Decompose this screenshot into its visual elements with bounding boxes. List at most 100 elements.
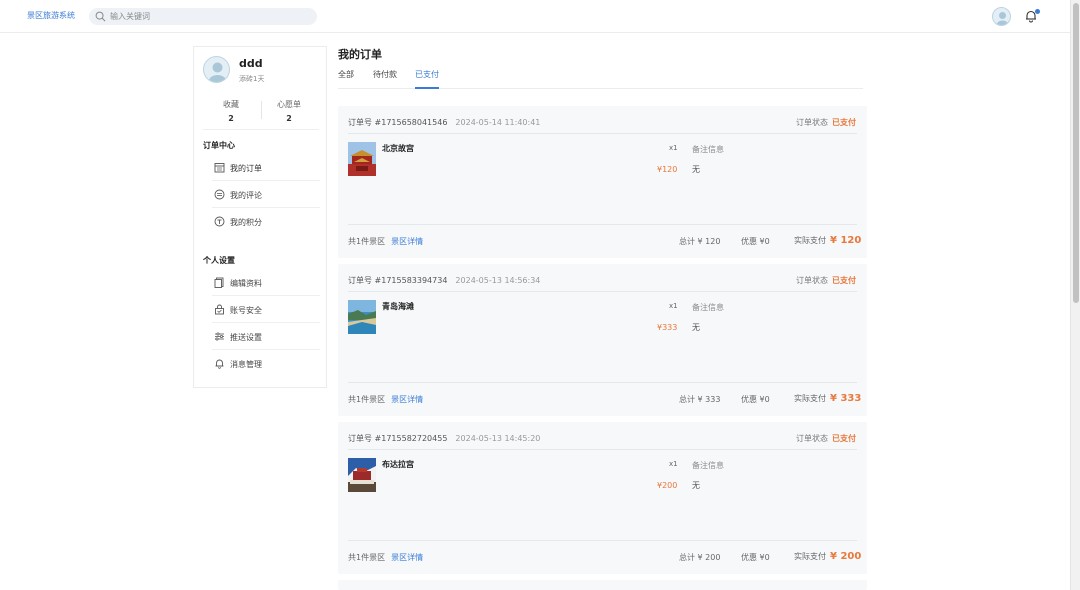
order-header: 订单号 #1715658041546 2024-05-14 11:40:41 <box>348 117 540 128</box>
attraction-detail-link[interactable]: 景区详情 <box>391 395 423 404</box>
attraction-name[interactable]: 布达拉宫 <box>382 459 414 470</box>
discount-label: 优惠 <box>741 237 757 246</box>
total-label: 总计 <box>679 553 695 562</box>
order-number: 订单号 #1715583394734 <box>348 276 448 285</box>
avatar-icon <box>996 12 1009 25</box>
remark-value: 无 <box>692 323 700 332</box>
username: ddd <box>239 57 263 70</box>
stat-divider <box>261 101 262 119</box>
item-count: 共1件景区 <box>348 237 386 246</box>
order-footer-left: 共1件景区 景区详情 <box>348 552 423 563</box>
sidebar-item-my-orders[interactable]: 我的订单 <box>212 155 320 181</box>
tab-pending-payment[interactable]: 待付款 <box>373 69 397 89</box>
attraction-image[interactable] <box>348 300 376 334</box>
item-count: 共1件景区 <box>348 395 386 404</box>
unit-price: ¥120 <box>657 165 678 174</box>
sidebar-item-label: 推送设置 <box>230 333 262 342</box>
sidebar-item-edit-profile[interactable]: 编辑资料 <box>212 270 320 296</box>
sidebar-item-my-points[interactable]: 我的积分 <box>212 209 320 235</box>
user-avatar[interactable] <box>992 7 1011 26</box>
sidebar-item-push-settings[interactable]: 推送设置 <box>212 324 320 350</box>
order-paid: 实际支付 ¥ 333 <box>794 393 861 404</box>
order-card: 订单号 #1715583394734 2024-05-13 14:56:34 订单… <box>338 264 867 416</box>
attraction-image[interactable] <box>348 458 376 492</box>
order-discount: 优惠 ¥0 <box>741 552 770 563</box>
total-value: ¥ 333 <box>697 395 721 404</box>
search-icon <box>95 11 106 22</box>
unit-price: ¥333 <box>657 323 678 332</box>
search-box[interactable]: 输入关键词 <box>89 8 317 25</box>
total-value: ¥ 120 <box>697 237 721 246</box>
order-paid: 实际支付 ¥ 120 <box>794 235 861 246</box>
notification-button[interactable] <box>1024 8 1040 24</box>
search-input[interactable]: 输入关键词 <box>110 11 150 22</box>
stat-label: 收藏 <box>223 100 239 109</box>
sidebar-item-label: 我的积分 <box>230 218 262 227</box>
order-time: 2024-05-13 14:56:34 <box>455 276 541 285</box>
order-status: 订单状态 已支付 <box>796 117 856 128</box>
order-number: 订单号 #1715582720455 <box>348 434 448 443</box>
stat-label: 心愿单 <box>277 100 301 109</box>
page-title: 我的订单 <box>338 48 382 61</box>
attraction-name[interactable]: 北京故宫 <box>382 143 414 154</box>
sidebar-item-label: 消息管理 <box>230 360 262 369</box>
tab-all[interactable]: 全部 <box>338 69 354 89</box>
discount-label: 优惠 <box>741 553 757 562</box>
paid-amount: ¥ 120 <box>830 235 862 246</box>
status-badge: 已支付 <box>832 434 856 443</box>
stat-value: 2 <box>228 114 234 123</box>
item-count: 共1件景区 <box>348 553 386 562</box>
remark-value: 无 <box>692 165 700 174</box>
member-days: 添砖1天 <box>239 75 265 83</box>
brand-logo-text[interactable]: 景区旅游系统 <box>27 10 75 21</box>
sidebar-item-account-security[interactable]: 账号安全 <box>212 297 320 323</box>
attraction-detail-link[interactable]: 景区详情 <box>391 553 423 562</box>
profile-avatar[interactable] <box>203 56 230 83</box>
attraction-image[interactable] <box>348 142 376 176</box>
remark-value: 无 <box>692 481 700 490</box>
divider <box>348 540 857 541</box>
sidebar-item-message-management[interactable]: 消息管理 <box>212 351 320 377</box>
personal-settings-title: 个人设置 <box>203 256 235 265</box>
order-tabs: 全部 待付款 已支付 <box>338 69 863 89</box>
page-scrollbar[interactable] <box>1070 0 1080 590</box>
order-center-title: 订单中心 <box>203 141 235 150</box>
quantity: x1 <box>669 302 678 310</box>
sidebar-item-label: 编辑资料 <box>230 279 262 288</box>
points-icon <box>214 216 225 227</box>
order-header: 订单号 #1715582720455 2024-05-13 14:45:20 <box>348 433 540 444</box>
discount-label: 优惠 <box>741 395 757 404</box>
sidebar-item-label: 我的订单 <box>230 164 262 173</box>
order-number: 订单号 #1715658041546 <box>348 118 448 127</box>
scrollbar-thumb[interactable] <box>1073 3 1079 303</box>
sidebar: ddd 添砖1天 收藏 2 心愿单 2 订单中心 我的订单 我的评论 我的积分 … <box>193 46 327 388</box>
bell-icon <box>215 359 224 369</box>
remark-label: 备注信息 <box>692 145 724 154</box>
attraction-detail-link[interactable]: 景区详情 <box>391 237 423 246</box>
stat-favorites[interactable]: 收藏 2 <box>206 99 256 123</box>
order-header: 订单号 #1715583394734 2024-05-13 14:56:34 <box>348 275 540 286</box>
order-footer-left: 共1件景区 景区详情 <box>348 236 423 247</box>
status-badge: 已支付 <box>832 276 856 285</box>
paid-amount: ¥ 333 <box>830 393 862 404</box>
paid-label: 实际支付 <box>794 236 826 245</box>
order-total: 总计 ¥ 333 <box>679 394 720 405</box>
discount-value: ¥0 <box>759 237 770 246</box>
tab-paid[interactable]: 已支付 <box>415 69 439 89</box>
total-value: ¥ 200 <box>697 553 721 562</box>
divider <box>348 133 857 134</box>
order-total: 总计 ¥ 200 <box>679 552 720 563</box>
beach-image <box>348 300 376 334</box>
sidebar-item-my-comments[interactable]: 我的评论 <box>212 182 320 208</box>
order-paid: 实际支付 ¥ 200 <box>794 551 861 562</box>
order-card: 订单号 #1715658041546 2024-05-14 11:40:41 订单… <box>338 106 867 258</box>
order-status: 订单状态 已支付 <box>796 275 856 286</box>
attraction-name[interactable]: 青岛海滩 <box>382 301 414 312</box>
status-label: 订单状态 <box>796 276 828 285</box>
quantity: x1 <box>669 460 678 468</box>
stat-wishlist[interactable]: 心愿单 2 <box>264 99 314 123</box>
forbidden-city-image <box>348 142 376 176</box>
total-label: 总计 <box>679 237 695 246</box>
order-footer-left: 共1件景区 景区详情 <box>348 394 423 405</box>
remark-label: 备注信息 <box>692 303 724 312</box>
